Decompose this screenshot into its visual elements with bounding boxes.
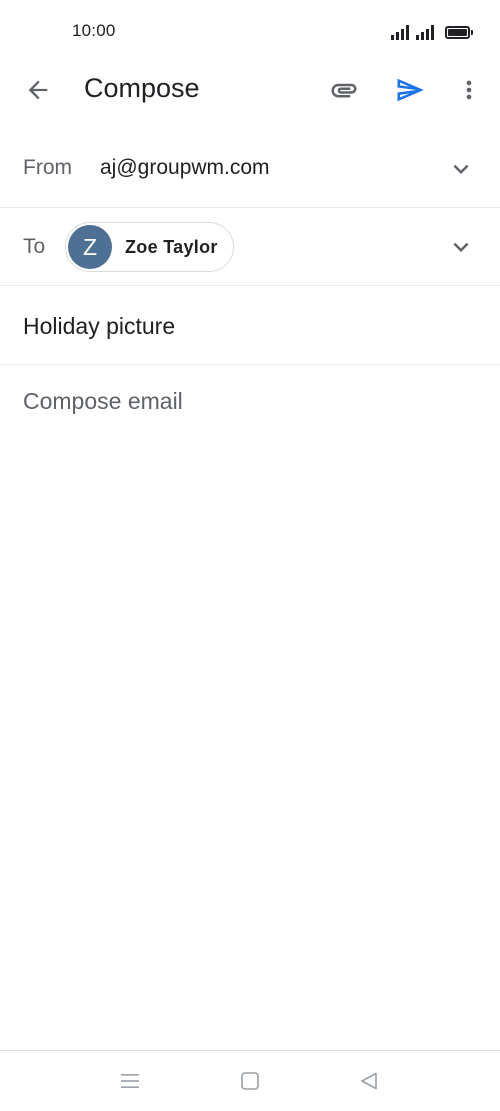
more-vert-icon (466, 80, 472, 100)
from-expand-button[interactable] (444, 152, 478, 186)
body-placeholder: Compose email (23, 388, 183, 414)
battery-icon (445, 26, 473, 39)
arrow-back-icon (28, 80, 48, 100)
recipient-chip[interactable]: Z Zoe Taylor (65, 222, 234, 272)
body-field[interactable]: Compose email (0, 366, 500, 1046)
app-bar: Compose (0, 62, 500, 118)
to-expand-button[interactable] (444, 230, 478, 264)
recipient-name: Zoe Taylor (125, 236, 218, 257)
to-label: To (23, 235, 46, 258)
status-time: 10:00 (72, 21, 116, 40)
home-button[interactable] (232, 1065, 268, 1097)
more-options-button[interactable] (447, 68, 491, 112)
subject-field[interactable]: Holiday picture (0, 286, 500, 365)
from-address[interactable]: aj@groupwm.com (100, 156, 270, 180)
page-title: Compose (84, 73, 200, 103)
back-button[interactable] (16, 68, 60, 112)
status-icons (391, 22, 473, 40)
avatar: Z (68, 225, 112, 269)
recent-apps-button[interactable] (112, 1065, 148, 1097)
chevron-down-icon (453, 242, 469, 252)
send-button[interactable] (388, 68, 432, 112)
paperclip-icon (331, 83, 357, 98)
to-row[interactable]: To Z Zoe Taylor (0, 208, 500, 286)
signal-icon (391, 25, 409, 40)
from-row: From aj@groupwm.com (0, 130, 500, 208)
subject-value: Holiday picture (23, 313, 176, 339)
attach-button[interactable] (322, 68, 366, 112)
signal-icon (416, 25, 434, 40)
chevron-down-icon (453, 164, 469, 174)
home-icon (241, 1072, 259, 1090)
from-label: From (23, 156, 72, 179)
menu-icon (121, 1074, 139, 1088)
send-icon (397, 78, 424, 102)
back-icon (361, 1072, 377, 1090)
system-back-button[interactable] (351, 1065, 387, 1097)
navigation-bar (0, 1050, 500, 1111)
status-bar: 10:00 (0, 0, 500, 62)
compose-screen: 10:00 Compose From aj@groupwm.com To Z Z… (0, 0, 500, 1111)
